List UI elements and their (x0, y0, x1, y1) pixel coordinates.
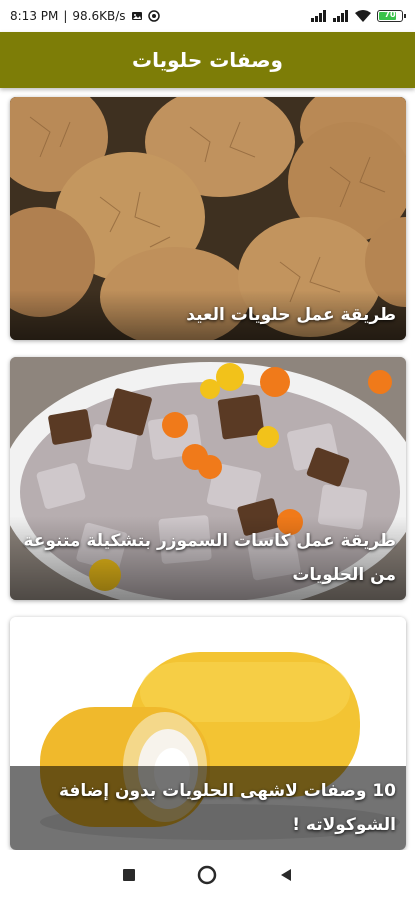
recent-apps-button[interactable] (114, 860, 144, 890)
recipe-title: طريقة عمل حلويات العيد (10, 290, 406, 340)
signal-icon (311, 10, 326, 22)
battery-icon: 70 (377, 10, 406, 22)
status-bar: 8:13 PM | 98.6KB/s 70 (0, 0, 415, 32)
home-icon (198, 865, 217, 885)
image-icon (131, 12, 142, 20)
status-speed: 98.6KB/s (72, 9, 126, 23)
battery-level: 70 (384, 10, 396, 19)
signal-icon (333, 10, 348, 22)
battery-nub (404, 14, 406, 18)
status-right: 70 (311, 10, 406, 22)
settings-icon (147, 10, 160, 22)
status-time: 8:13 PM (10, 9, 59, 23)
status-separator: | (63, 9, 68, 23)
back-button[interactable] (271, 860, 301, 890)
app-title: وصفات حلويات (132, 48, 283, 72)
wifi-icon (355, 10, 371, 22)
app-bar: وصفات حلويات (0, 32, 415, 88)
recipe-card[interactable]: 10 وصفات لاشهى الحلويات بدون إضافة الشوك… (10, 617, 406, 850)
status-left: 8:13 PM | 98.6KB/s (10, 9, 160, 23)
home-button[interactable] (192, 860, 222, 890)
recipe-card[interactable]: طريقة عمل كاسات السموزر بتشكيلة متنوعة م… (10, 357, 406, 600)
recipe-card[interactable]: طريقة عمل حلويات العيد (10, 97, 406, 340)
recipe-title: طريقة عمل كاسات السموزر بتشكيلة متنوعة م… (10, 516, 406, 600)
recipe-title: 10 وصفات لاشهى الحلويات بدون إضافة الشوك… (10, 766, 406, 850)
recent-apps-icon (123, 869, 136, 881)
system-nav-bar (0, 850, 415, 900)
back-icon (280, 869, 291, 881)
